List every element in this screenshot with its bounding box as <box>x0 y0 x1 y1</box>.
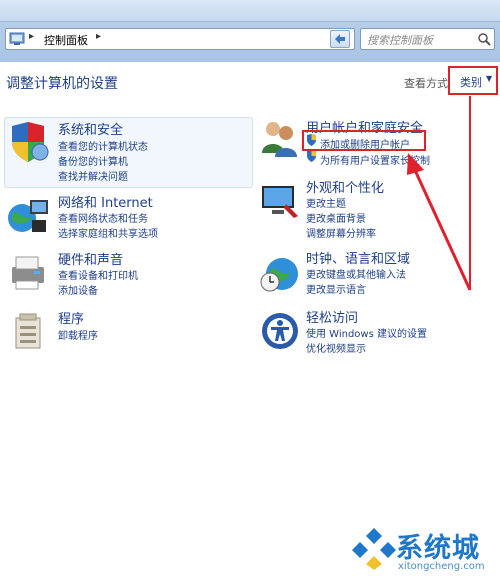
link-homegroup[interactable]: 选择家庭组和共享选项 <box>58 225 158 240</box>
link-backup[interactable]: 备份您的计算机 <box>58 153 128 168</box>
display-icon[interactable] <box>258 178 302 222</box>
globe-network-icon[interactable] <box>6 194 50 238</box>
category-title[interactable]: 硬件和声音 <box>58 249 123 268</box>
view-by-value[interactable]: 类别 <box>460 74 482 90</box>
breadcrumb[interactable]: 控制面板 <box>44 32 88 48</box>
link-change-theme[interactable]: 更改主题 <box>306 195 346 210</box>
shield-icon[interactable] <box>6 120 50 164</box>
watermark-logo <box>352 528 396 570</box>
link-desktop-background[interactable]: 更改桌面背景 <box>306 210 366 225</box>
link-windows-recommended[interactable]: 使用 Windows 建议的设置 <box>306 325 427 340</box>
page-title: 调整计算机的设置 <box>6 76 118 92</box>
clock-globe-icon[interactable] <box>258 250 302 294</box>
link-network-status[interactable]: 查看网络状态和任务 <box>58 210 148 225</box>
shield-icon <box>307 150 316 162</box>
window-chrome: ▸ 控制面板 ▸ ▼ 搜索控制面板 <box>0 0 500 62</box>
link-optimize-display[interactable]: 优化视频显示 <box>306 340 366 355</box>
address-row: ▸ 控制面板 ▸ ▼ 搜索控制面板 <box>0 26 500 56</box>
link-parental-controls[interactable]: 为所有用户设置家长控制 <box>320 152 430 167</box>
refresh-icon <box>335 34 345 44</box>
link-display-language[interactable]: 更改显示语言 <box>306 281 366 296</box>
search-icon[interactable] <box>477 32 491 46</box>
link-troubleshoot[interactable]: 查找并解决问题 <box>58 168 128 183</box>
link-uninstall[interactable]: 卸载程序 <box>58 327 98 342</box>
search-placeholder: 搜索控制面板 <box>367 34 433 47</box>
watermark-subtitle: xitongcheng.com <box>398 561 485 572</box>
link-view-status[interactable]: 查看您的计算机状态 <box>58 138 148 153</box>
breadcrumb-chevron-icon[interactable]: ▸ <box>29 31 34 42</box>
view-by-label: 查看方式 <box>404 77 448 90</box>
annotation-highlight-box <box>302 130 426 151</box>
users-icon[interactable] <box>258 117 302 161</box>
watermark-title: 系统城 <box>396 533 480 564</box>
link-screen-resolution[interactable]: 调整屏幕分辨率 <box>306 225 376 240</box>
refresh-button[interactable] <box>330 30 350 48</box>
address-bar[interactable]: ▸ 控制面板 ▸ ▼ <box>5 28 355 50</box>
search-input[interactable]: 搜索控制面板 <box>360 28 495 50</box>
accessibility-icon[interactable] <box>258 309 302 353</box>
category-title[interactable]: 网络和 Internet <box>58 192 153 211</box>
breadcrumb-chevron-icon[interactable]: ▸ <box>96 31 101 42</box>
category-title[interactable]: 程序 <box>58 308 84 327</box>
link-keyboard-input[interactable]: 更改键盘或其他输入法 <box>306 266 406 281</box>
control-panel-icon <box>9 32 25 45</box>
category-title[interactable]: 外观和个性化 <box>306 177 384 196</box>
printer-icon[interactable] <box>6 251 50 295</box>
programs-icon[interactable] <box>6 310 50 354</box>
category-title[interactable]: 时钟、语言和区域 <box>306 248 410 267</box>
category-title[interactable]: 系统和安全 <box>58 119 123 138</box>
category-title[interactable]: 轻松访问 <box>306 307 358 326</box>
link-add-device[interactable]: 添加设备 <box>58 282 98 297</box>
view-by-dropdown[interactable]: 类别 ▼ <box>448 66 498 95</box>
chevron-down-icon[interactable]: ▼ <box>486 74 492 83</box>
title-bar <box>0 0 500 22</box>
link-devices-printers[interactable]: 查看设备和打印机 <box>58 267 138 282</box>
